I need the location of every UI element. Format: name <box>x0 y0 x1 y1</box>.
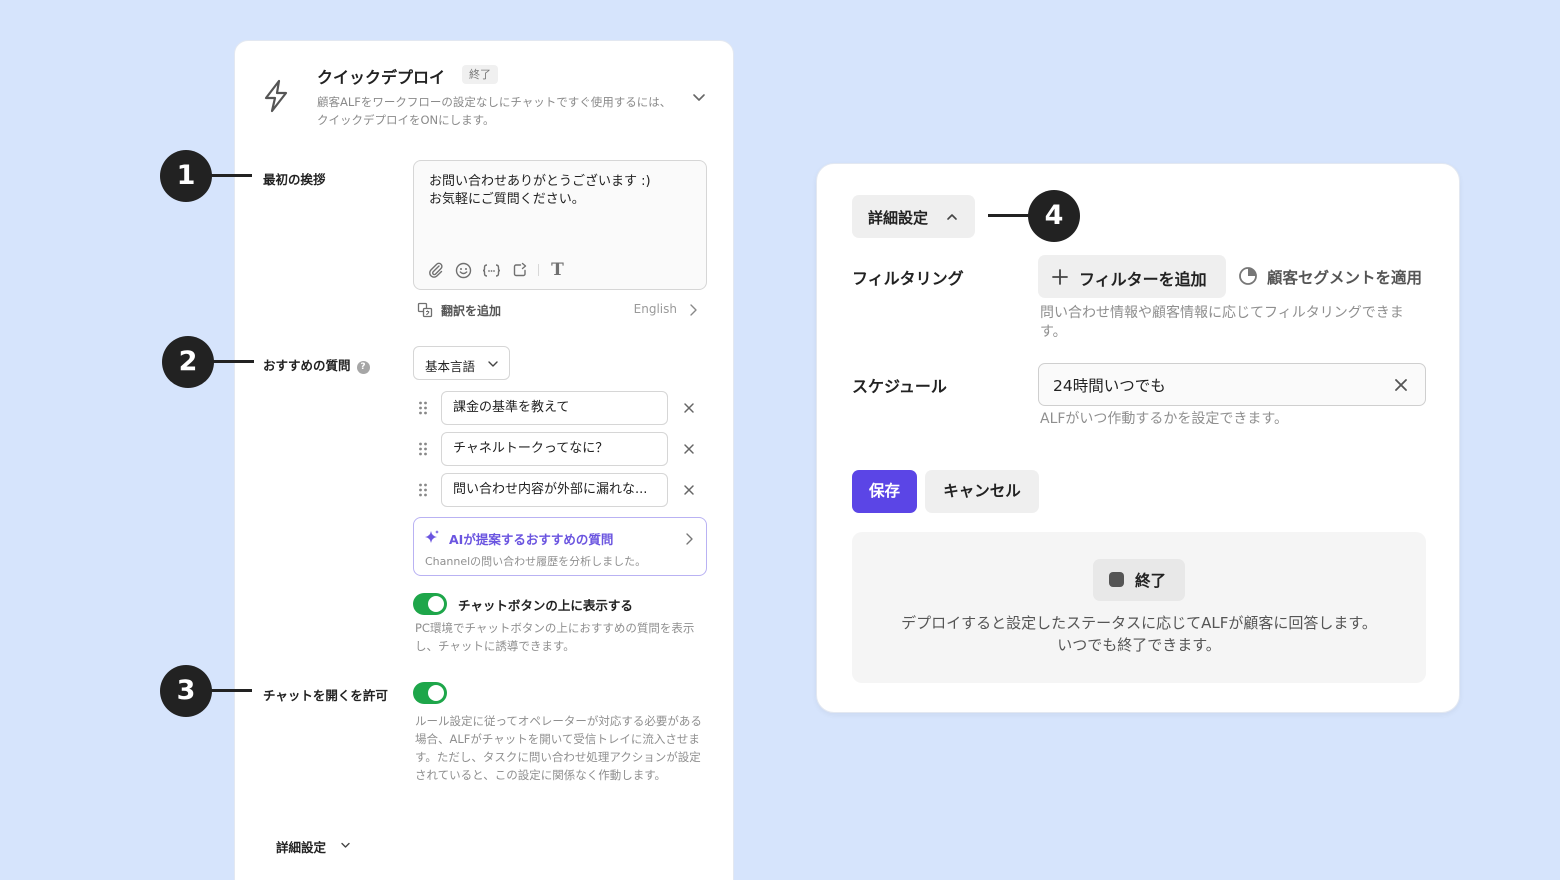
variable-icon[interactable] <box>482 261 501 280</box>
refresh-icon[interactable] <box>510 261 529 280</box>
toolbar-divider <box>538 264 539 276</box>
drag-handle-icon[interactable] <box>417 441 429 457</box>
status-chip[interactable]: 終了 <box>1093 559 1185 601</box>
question-item: 課金の基準を教えて <box>413 391 709 425</box>
quick-deploy-status-badge: 終了 <box>462 65 498 84</box>
allow-chat-toggle[interactable] <box>413 682 447 704</box>
chevron-down-icon[interactable] <box>691 89 707 105</box>
deploy-status-text: デプロイすると設定したステータスに応じてALFが顧客に回答します。 いつでも終了… <box>901 614 1377 654</box>
greeting-text[interactable]: お問い合わせありがとうございます :) お気軽にご質問ください。 <box>429 173 694 209</box>
cancel-button[interactable]: キャンセル <box>925 470 1039 513</box>
apply-segment-label: 顧客セグメントを適用 <box>1267 269 1423 287</box>
advanced-settings-label: 詳細設定 <box>276 840 327 855</box>
allow-chat-label: チャットを開くを許可 <box>263 688 388 703</box>
schedule-field[interactable]: 24時間いつでも <box>1038 363 1426 406</box>
advanced-settings-toggle[interactable]: 詳細設定 <box>276 837 350 856</box>
question-input[interactable]: 課金の基準を教えて <box>441 391 668 425</box>
advanced-settings-button-label: 詳細設定 <box>868 209 929 227</box>
drag-handle-icon[interactable] <box>417 482 429 498</box>
callout-4: 4 <box>1028 190 1080 242</box>
advanced-settings-panel: 詳細設定 フィルタリング フィルターを追加 顧客セグメントを適用 問い合わせ情報… <box>816 163 1460 713</box>
chevron-right-icon <box>690 304 697 316</box>
question-item: 問い合わせ内容が外部に漏れな... <box>413 473 709 507</box>
filtering-label: フィルタリング <box>852 269 964 288</box>
show-above-button-label: チャットボタンの上に表示する <box>458 598 633 613</box>
quick-deploy-title: クイックデプロイ <box>317 68 446 87</box>
paperclip-icon[interactable] <box>426 261 445 280</box>
translation-language: English <box>633 302 677 316</box>
emoji-icon[interactable] <box>454 261 473 280</box>
sparkle-icon <box>425 530 439 543</box>
question-item: チャネルトークってなに？ <box>413 432 709 466</box>
recommended-questions-label: おすすめの質問? <box>263 355 370 374</box>
close-icon[interactable] <box>681 482 697 498</box>
close-icon[interactable] <box>681 441 697 457</box>
stop-icon <box>1109 572 1124 587</box>
translate-icon <box>417 302 433 318</box>
schedule-label: スケジュール <box>852 377 947 396</box>
editor-toolbar: T <box>426 259 567 281</box>
advanced-settings-button[interactable]: 詳細設定 <box>852 195 975 238</box>
callout-line <box>210 174 252 177</box>
save-button[interactable]: 保存 <box>852 470 917 513</box>
greeting-editor[interactable]: お問い合わせありがとうございます :) お気軽にご質問ください。 T <box>413 160 707 290</box>
ai-card-subtitle: Channelの問い合わせ履歴を分析しました。 <box>425 555 647 568</box>
callout-line <box>988 214 1030 217</box>
language-select[interactable]: 基本言語 <box>413 346 510 380</box>
question-input[interactable]: チャネルトークってなに？ <box>441 432 668 466</box>
deploy-status-box: 終了 デプロイすると設定したステータスに応じてALFが顧客に回答します。 いつで… <box>852 532 1426 683</box>
recommended-questions-label-text: おすすめの質問 <box>263 358 351 373</box>
allow-chat-help: ルール設定に従ってオペレーターが対応する必要がある場合、ALFがチャットを開いて… <box>415 714 702 782</box>
ai-suggested-questions-card[interactable]: AIが提案するおすすめの質問 Channelの問い合わせ履歴を分析しました。 <box>413 517 707 576</box>
settings-panel: クイックデプロイ 終了 顧客ALFをワークフローの設定なしにチャットですぐ使用す… <box>234 40 734 880</box>
callout-3: 3 <box>160 665 212 717</box>
add-translation-label: 翻訳を追加 <box>441 304 502 318</box>
drag-handle-icon[interactable] <box>417 400 429 416</box>
close-icon[interactable] <box>681 400 697 416</box>
add-translation-row[interactable]: 翻訳を追加 English <box>415 299 707 321</box>
chevron-down-icon <box>341 842 350 848</box>
add-filter-button[interactable]: フィルターを追加 <box>1038 255 1226 298</box>
schedule-help: ALFがいつ作動するかを設定できます。 <box>1040 411 1289 427</box>
show-above-button-help: PC環境でチャットボタンの上におすすめの質問を表示し、チャットに誘導できます。 <box>415 621 695 653</box>
quick-deploy-description: 顧客ALFをワークフローの設定なしにチャットですぐ使用するには、クイックデプロイ… <box>317 95 672 127</box>
callout-2: 2 <box>162 336 214 388</box>
greeting-label: 最初の挨拶 <box>263 172 326 187</box>
callout-line <box>212 360 254 363</box>
show-above-button-toggle[interactable] <box>413 593 447 615</box>
question-input[interactable]: 問い合わせ内容が外部に漏れな... <box>441 473 668 507</box>
text-format-icon[interactable]: T <box>548 260 567 280</box>
plus-icon <box>1052 269 1068 285</box>
filtering-help: 問い合わせ情報や顧客情報に応じてフィルタリングできます。 <box>1040 305 1404 340</box>
close-icon[interactable] <box>1393 377 1409 393</box>
status-chip-label: 終了 <box>1135 572 1167 590</box>
schedule-value: 24時間いつでも <box>1053 377 1166 395</box>
chevron-up-icon <box>947 214 957 220</box>
lightning-icon <box>264 79 288 113</box>
pie-chart-icon <box>1239 267 1257 285</box>
callout-1: 1 <box>160 150 212 202</box>
ai-card-title: AIが提案するおすすめの質問 <box>449 532 614 547</box>
help-icon[interactable]: ? <box>356 361 370 374</box>
language-select-value: 基本言語 <box>425 359 476 374</box>
chevron-right-icon <box>686 533 693 545</box>
chevron-down-icon <box>488 361 498 367</box>
add-filter-label: フィルターを追加 <box>1079 270 1207 289</box>
callout-line <box>210 689 252 692</box>
